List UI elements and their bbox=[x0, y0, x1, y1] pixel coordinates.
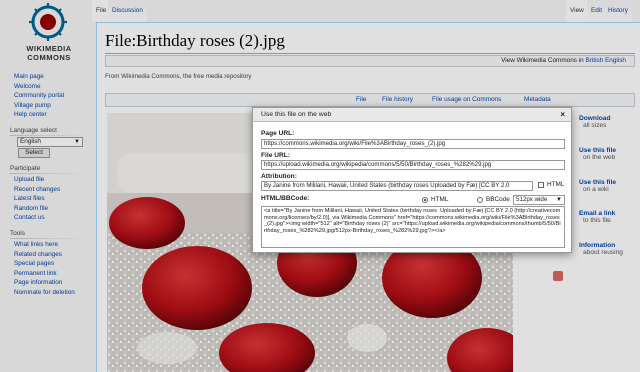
attribution-field[interactable]: By Janine from Mililani, Hawaii, United … bbox=[261, 181, 533, 191]
html-radio[interactable] bbox=[422, 197, 428, 203]
size-value: 512px wide bbox=[516, 196, 548, 203]
html-checkbox-label: HTML bbox=[547, 181, 565, 188]
html-attribution-checkbox[interactable] bbox=[538, 182, 544, 188]
page-url-label: Page URL: bbox=[261, 130, 295, 137]
page-url-field[interactable]: https://commons.wikimedia.org/wiki/File%… bbox=[261, 139, 565, 149]
attribution-label: Attribution: bbox=[261, 173, 297, 180]
bbcode-radio-label: BBCode bbox=[486, 196, 510, 203]
size-select[interactable]: 512px wide ▼ bbox=[513, 195, 565, 205]
chevron-down-icon: ▼ bbox=[555, 196, 562, 203]
close-icon[interactable]: × bbox=[560, 108, 565, 122]
embed-code-textarea[interactable]: <a title="By Janine from Mililani, Hawai… bbox=[261, 206, 565, 248]
embed-label: HTML/BBCode: bbox=[261, 195, 310, 202]
dialog-header: Use this file on the web × bbox=[253, 108, 571, 122]
file-url-field[interactable]: https://upload.wikimedia.org/wikipedia/c… bbox=[261, 160, 565, 170]
use-on-web-dialog: Use this file on the web × Page URL: htt… bbox=[252, 107, 572, 253]
bbcode-radio[interactable] bbox=[477, 197, 483, 203]
dialog-title: Use this file on the web bbox=[261, 111, 332, 118]
file-url-label: File URL: bbox=[261, 152, 290, 159]
html-radio-label: HTML bbox=[431, 196, 449, 203]
